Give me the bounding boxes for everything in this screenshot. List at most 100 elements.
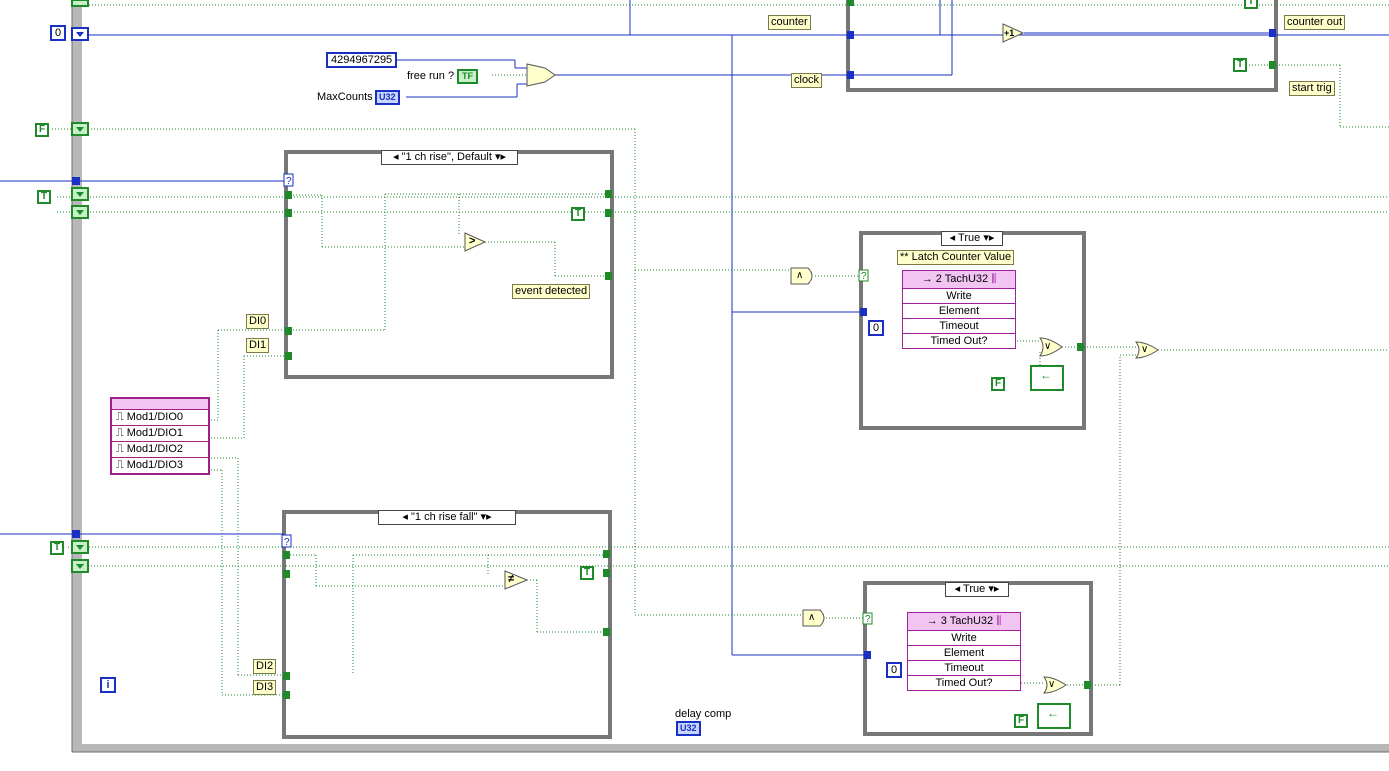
case-next-arrow[interactable]: ▾▸ xyxy=(983,232,994,244)
pulse-icon: ⎍ xyxy=(116,411,127,423)
counter-case-frame[interactable] xyxy=(846,0,1278,92)
delay-comp-label: delay comp xyxy=(675,708,732,720)
io-channel-3[interactable]: ⎍ Mod1/DIO3 xyxy=(112,457,208,473)
queue-node-1-title: 2 TachU32 xyxy=(935,273,989,285)
true-constant-1[interactable]: T xyxy=(37,190,51,204)
queue-1-method[interactable]: Write xyxy=(903,288,1015,303)
queue-1-timed-out[interactable]: Timed Out? xyxy=(903,333,1015,348)
pulse-icon: ⎍ xyxy=(116,459,127,471)
greater-symbol: > xyxy=(469,235,476,247)
case-selector-3-label: True xyxy=(958,232,981,244)
queue-write-node-2[interactable]: → 3 TachU32 ⫼ Write Element Timeout Time… xyxy=(907,612,1021,691)
queue-1-element[interactable]: Element xyxy=(903,303,1015,318)
io-channel-1[interactable]: ⎍ Mod1/DIO1 xyxy=(112,425,208,441)
feedback-arrow-icon: ← xyxy=(1040,368,1052,382)
case-next-arrow[interactable]: ▾▸ xyxy=(495,151,506,163)
true-constant-case1[interactable]: T xyxy=(571,207,585,221)
delay-comp-terminal[interactable]: U32 xyxy=(676,721,701,736)
max-select-operator[interactable] xyxy=(526,63,556,87)
io-channel-1-label: Mod1/DIO1 xyxy=(126,427,184,439)
true-constant-2[interactable]: T xyxy=(50,541,64,555)
case-selector-2[interactable]: ◂ "1 ch rise fall" ▾▸ xyxy=(378,510,516,525)
and-symbol-2: ∧ xyxy=(808,612,816,623)
queue-2-method[interactable]: Write xyxy=(908,630,1020,645)
svg-text:?: ? xyxy=(865,614,871,625)
false-constant-q1[interactable]: F xyxy=(991,377,1005,391)
false-constant-q2[interactable]: F xyxy=(1014,714,1028,728)
feedback-arrow-icon: ← xyxy=(1047,706,1059,720)
timeout-constant-1[interactable]: 0 xyxy=(868,320,885,336)
event-detected-label: event detected xyxy=(512,284,591,299)
false-constant-1[interactable]: F xyxy=(35,123,49,137)
case-selector-4[interactable]: ◂ True ▾▸ xyxy=(945,582,1009,597)
latch-counter-comment: ** Latch Counter Value xyxy=(897,250,1015,265)
svg-text:?: ? xyxy=(861,271,867,282)
case-structure-2[interactable] xyxy=(282,510,612,739)
queue-icon: ⫼ xyxy=(993,615,1002,627)
or-symbol-1: ∨ xyxy=(1044,341,1052,352)
queue-icon: ⫼ xyxy=(988,273,997,285)
not-equal-symbol: ≠ xyxy=(508,573,515,585)
di0-label: DI0 xyxy=(246,314,270,329)
true-constant-case2[interactable]: T xyxy=(580,566,594,580)
pulse-icon: ⎍ xyxy=(116,443,127,455)
and-symbol-1: ∧ xyxy=(796,270,804,281)
io-channel-0[interactable]: ⎍ Mod1/DIO0 xyxy=(112,409,208,425)
pulse-icon: ⎍ xyxy=(116,427,127,439)
case-selector-1[interactable]: ◂ "1 ch rise", Default ▾▸ xyxy=(381,150,518,165)
queue-2-timeout[interactable]: Timeout xyxy=(908,660,1020,675)
case-prev-arrow[interactable]: ◂ xyxy=(402,511,408,523)
io-channel-2[interactable]: ⎍ Mod1/DIO2 xyxy=(112,441,208,457)
true-constant-start[interactable]: T xyxy=(1233,58,1247,72)
loop-iteration-terminal[interactable]: i xyxy=(100,677,116,693)
queue-node-1-header: → 2 TachU32 ⫼ xyxy=(903,271,1015,288)
svg-text:?: ? xyxy=(286,176,292,187)
or-symbol-2: ∨ xyxy=(1048,679,1056,690)
case-prev-arrow[interactable]: ◂ xyxy=(393,151,399,163)
queue-arrow-icon: → xyxy=(921,273,936,285)
while-loop-bottom-border[interactable] xyxy=(72,744,1389,752)
case-selector-4-label: True xyxy=(963,583,986,595)
counter-label: counter xyxy=(768,15,811,30)
true-constant-top[interactable]: T xyxy=(1244,0,1258,9)
svg-text:?: ? xyxy=(284,537,290,548)
timeout-constant-2[interactable]: 0 xyxy=(886,662,903,678)
max-u32-constant[interactable]: 4294967295 xyxy=(326,52,398,68)
block-diagram: ? ? ? ? xyxy=(0,0,1389,753)
case-next-arrow[interactable]: ▾▸ xyxy=(988,583,999,595)
queue-node-2-title: 3 TachU32 xyxy=(940,615,994,627)
case-next-arrow[interactable]: ▾▸ xyxy=(481,511,492,523)
queue-2-timed-out[interactable]: Timed Out? xyxy=(908,675,1020,690)
increment-symbol: +1 xyxy=(1004,28,1015,38)
case-selector-1-label: "1 ch rise", Default xyxy=(401,151,492,163)
io-channel-3-label: Mod1/DIO3 xyxy=(126,459,184,471)
case-prev-arrow[interactable]: ◂ xyxy=(955,583,961,595)
feedback-node-2[interactable]: ← xyxy=(1037,703,1071,729)
max-counts-terminal[interactable]: U32 xyxy=(375,90,400,105)
queue-node-2-header: → 3 TachU32 ⫼ xyxy=(908,613,1020,630)
queue-1-timeout[interactable]: Timeout xyxy=(903,318,1015,333)
zero-constant-top[interactable]: 0 xyxy=(50,25,67,41)
queue-write-node-1[interactable]: → 2 TachU32 ⫼ Write Element Timeout Time… xyxy=(902,270,1016,349)
clock-label: clock xyxy=(791,73,823,88)
io-module-header xyxy=(112,399,208,409)
case-structure-1[interactable] xyxy=(284,150,614,379)
or-symbol-3: ∨ xyxy=(1141,344,1149,355)
io-channel-0-label: Mod1/DIO0 xyxy=(126,411,184,423)
free-run-label: free run ? xyxy=(407,70,455,82)
free-run-terminal[interactable]: TF xyxy=(457,69,478,84)
counter-out-label: counter out xyxy=(1284,15,1346,30)
case-prev-arrow[interactable]: ◂ xyxy=(950,232,956,244)
queue-2-element[interactable]: Element xyxy=(908,645,1020,660)
queue-arrow-icon: → xyxy=(926,615,941,627)
start-trig-label: start trig xyxy=(1289,81,1335,96)
max-counts-label: MaxCounts xyxy=(317,91,373,103)
io-channel-2-label: Mod1/DIO2 xyxy=(126,443,184,455)
di1-label: DI1 xyxy=(246,338,270,353)
feedback-node-1[interactable]: ← xyxy=(1030,365,1064,391)
while-loop-left-border[interactable] xyxy=(72,0,82,752)
case-selector-3[interactable]: ◂ True ▾▸ xyxy=(941,231,1003,246)
io-module-node[interactable]: ⎍ Mod1/DIO0 ⎍ Mod1/DIO1 ⎍ Mod1/DIO2 ⎍ Mo… xyxy=(110,397,210,475)
di2-label: DI2 xyxy=(253,659,277,674)
di3-label: DI3 xyxy=(253,680,277,695)
